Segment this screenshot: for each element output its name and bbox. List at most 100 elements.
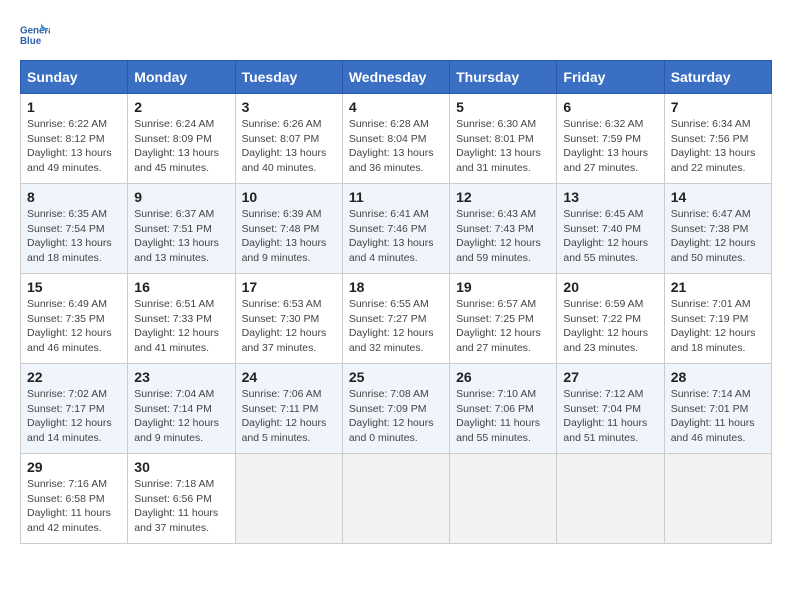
calendar-cell: 21 Sunrise: 7:01 AM Sunset: 7:19 PM Dayli… xyxy=(664,274,771,364)
day-number: 8 xyxy=(27,189,121,205)
week-row-2: 15 Sunrise: 6:49 AM Sunset: 7:35 PM Dayli… xyxy=(21,274,772,364)
day-number: 29 xyxy=(27,459,121,475)
calendar-cell: 22 Sunrise: 7:02 AM Sunset: 7:17 PM Dayli… xyxy=(21,364,128,454)
header-saturday: Saturday xyxy=(664,61,771,94)
day-number: 28 xyxy=(671,369,765,385)
cell-content: Sunrise: 7:18 AM Sunset: 6:56 PM Dayligh… xyxy=(134,477,228,536)
cell-content: Sunrise: 6:35 AM Sunset: 7:54 PM Dayligh… xyxy=(27,207,121,266)
cell-content: Sunrise: 7:08 AM Sunset: 7:09 PM Dayligh… xyxy=(349,387,443,446)
cell-content: Sunrise: 6:28 AM Sunset: 8:04 PM Dayligh… xyxy=(349,117,443,176)
calendar-cell: 11 Sunrise: 6:41 AM Sunset: 7:46 PM Dayli… xyxy=(342,184,449,274)
calendar-cell: 13Sunrise: 6:45 AM Sunset: 7:40 PM Dayli… xyxy=(557,184,664,274)
calendar-cell: 18 Sunrise: 6:55 AM Sunset: 7:27 PM Dayli… xyxy=(342,274,449,364)
svg-text:Blue: Blue xyxy=(20,36,42,47)
header-sunday: Sunday xyxy=(21,61,128,94)
calendar-cell: 10 Sunrise: 6:39 AM Sunset: 7:48 PM Dayli… xyxy=(235,184,342,274)
week-row-3: 22 Sunrise: 7:02 AM Sunset: 7:17 PM Dayli… xyxy=(21,364,772,454)
cell-content: Sunrise: 7:12 AM Sunset: 7:04 PM Dayligh… xyxy=(563,387,657,446)
day-number: 1 xyxy=(27,99,121,115)
calendar-cell: 7 Sunrise: 6:34 AM Sunset: 7:56 PM Daylig… xyxy=(664,94,771,184)
calendar-cell: 3 Sunrise: 6:26 AM Sunset: 8:07 PM Daylig… xyxy=(235,94,342,184)
day-number: 20 xyxy=(563,279,657,295)
calendar-cell: 14 Sunrise: 6:47 AM Sunset: 7:38 PM Dayli… xyxy=(664,184,771,274)
calendar-cell xyxy=(450,454,557,544)
calendar-cell: 24 Sunrise: 7:06 AM Sunset: 7:11 PM Dayli… xyxy=(235,364,342,454)
calendar-cell xyxy=(235,454,342,544)
calendar-cell xyxy=(342,454,449,544)
header-wednesday: Wednesday xyxy=(342,61,449,94)
day-number: 22 xyxy=(27,369,121,385)
cell-content: Sunrise: 6:34 AM Sunset: 7:56 PM Dayligh… xyxy=(671,117,765,176)
cell-content: Sunrise: 6:39 AM Sunset: 7:48 PM Dayligh… xyxy=(242,207,336,266)
day-number: 17 xyxy=(242,279,336,295)
calendar-cell: 1 Sunrise: 6:22 AM Sunset: 8:12 PM Daylig… xyxy=(21,94,128,184)
day-number: 21 xyxy=(671,279,765,295)
svg-text:General: General xyxy=(20,26,50,37)
calendar-cell: 29 Sunrise: 7:16 AM Sunset: 6:58 PM Dayli… xyxy=(21,454,128,544)
cell-content: Sunrise: 7:16 AM Sunset: 6:58 PM Dayligh… xyxy=(27,477,121,536)
day-number: 25 xyxy=(349,369,443,385)
calendar-cell: 19 Sunrise: 6:57 AM Sunset: 7:25 PM Dayli… xyxy=(450,274,557,364)
day-number: 24 xyxy=(242,369,336,385)
cell-content: Sunrise: 7:04 AM Sunset: 7:14 PM Dayligh… xyxy=(134,387,228,446)
day-number: 15 xyxy=(27,279,121,295)
cell-content: Sunrise: 6:32 AM Sunset: 7:59 PM Dayligh… xyxy=(563,117,657,176)
calendar-table: SundayMondayTuesdayWednesdayThursdayFrid… xyxy=(20,60,772,544)
day-number: 27 xyxy=(563,369,657,385)
calendar-cell: 28 Sunrise: 7:14 AM Sunset: 7:01 PM Dayli… xyxy=(664,364,771,454)
cell-content: Sunrise: 6:57 AM Sunset: 7:25 PM Dayligh… xyxy=(456,297,550,356)
cell-content: Sunrise: 6:22 AM Sunset: 8:12 PM Dayligh… xyxy=(27,117,121,176)
cell-content: Sunrise: 6:26 AM Sunset: 8:07 PM Dayligh… xyxy=(242,117,336,176)
calendar-cell: 27 Sunrise: 7:12 AM Sunset: 7:04 PM Dayli… xyxy=(557,364,664,454)
cell-content: Sunrise: 6:30 AM Sunset: 8:01 PM Dayligh… xyxy=(456,117,550,176)
calendar-cell: 30Sunrise: 7:18 AM Sunset: 6:56 PM Dayli… xyxy=(128,454,235,544)
week-row-4: 29 Sunrise: 7:16 AM Sunset: 6:58 PM Dayli… xyxy=(21,454,772,544)
calendar-cell: 4 Sunrise: 6:28 AM Sunset: 8:04 PM Daylig… xyxy=(342,94,449,184)
cell-content: Sunrise: 7:01 AM Sunset: 7:19 PM Dayligh… xyxy=(671,297,765,356)
cell-content: Sunrise: 7:14 AM Sunset: 7:01 PM Dayligh… xyxy=(671,387,765,446)
day-number: 7 xyxy=(671,99,765,115)
calendar-cell: 5 Sunrise: 6:30 AM Sunset: 8:01 PM Daylig… xyxy=(450,94,557,184)
calendar-cell: 23 Sunrise: 7:04 AM Sunset: 7:14 PM Dayli… xyxy=(128,364,235,454)
cell-content: Sunrise: 6:47 AM Sunset: 7:38 PM Dayligh… xyxy=(671,207,765,266)
day-number: 12 xyxy=(456,189,550,205)
week-row-0: 1 Sunrise: 6:22 AM Sunset: 8:12 PM Daylig… xyxy=(21,94,772,184)
day-number: 14 xyxy=(671,189,765,205)
day-number: 19 xyxy=(456,279,550,295)
header-tuesday: Tuesday xyxy=(235,61,342,94)
calendar-cell: 12Sunrise: 6:43 AM Sunset: 7:43 PM Dayli… xyxy=(450,184,557,274)
calendar-cell: 25 Sunrise: 7:08 AM Sunset: 7:09 PM Dayli… xyxy=(342,364,449,454)
day-number: 18 xyxy=(349,279,443,295)
calendar-cell: 2Sunrise: 6:24 AM Sunset: 8:09 PM Daylig… xyxy=(128,94,235,184)
calendar-cell xyxy=(557,454,664,544)
calendar-cell: 8 Sunrise: 6:35 AM Sunset: 7:54 PM Daylig… xyxy=(21,184,128,274)
header-thursday: Thursday xyxy=(450,61,557,94)
day-number: 11 xyxy=(349,189,443,205)
cell-content: Sunrise: 6:37 AM Sunset: 7:51 PM Dayligh… xyxy=(134,207,228,266)
calendar-cell: 20Sunrise: 6:59 AM Sunset: 7:22 PM Dayli… xyxy=(557,274,664,364)
day-number: 3 xyxy=(242,99,336,115)
day-number: 9 xyxy=(134,189,228,205)
cell-content: Sunrise: 6:53 AM Sunset: 7:30 PM Dayligh… xyxy=(242,297,336,356)
header-friday: Friday xyxy=(557,61,664,94)
day-number: 10 xyxy=(242,189,336,205)
week-row-1: 8 Sunrise: 6:35 AM Sunset: 7:54 PM Daylig… xyxy=(21,184,772,274)
logo-icon: General Blue xyxy=(20,20,50,50)
cell-content: Sunrise: 6:45 AM Sunset: 7:40 PM Dayligh… xyxy=(563,207,657,266)
day-number: 4 xyxy=(349,99,443,115)
cell-content: Sunrise: 6:49 AM Sunset: 7:35 PM Dayligh… xyxy=(27,297,121,356)
calendar-cell: 26 Sunrise: 7:10 AM Sunset: 7:06 PM Dayli… xyxy=(450,364,557,454)
day-number: 23 xyxy=(134,369,228,385)
cell-content: Sunrise: 6:41 AM Sunset: 7:46 PM Dayligh… xyxy=(349,207,443,266)
day-number: 6 xyxy=(563,99,657,115)
day-number: 5 xyxy=(456,99,550,115)
calendar-cell xyxy=(664,454,771,544)
cell-content: Sunrise: 6:51 AM Sunset: 7:33 PM Dayligh… xyxy=(134,297,228,356)
cell-content: Sunrise: 7:10 AM Sunset: 7:06 PM Dayligh… xyxy=(456,387,550,446)
cell-content: Sunrise: 7:06 AM Sunset: 7:11 PM Dayligh… xyxy=(242,387,336,446)
logo: General Blue xyxy=(20,20,55,50)
cell-content: Sunrise: 6:55 AM Sunset: 7:27 PM Dayligh… xyxy=(349,297,443,356)
cell-content: Sunrise: 7:02 AM Sunset: 7:17 PM Dayligh… xyxy=(27,387,121,446)
calendar-cell: 15 Sunrise: 6:49 AM Sunset: 7:35 PM Dayli… xyxy=(21,274,128,364)
day-number: 26 xyxy=(456,369,550,385)
